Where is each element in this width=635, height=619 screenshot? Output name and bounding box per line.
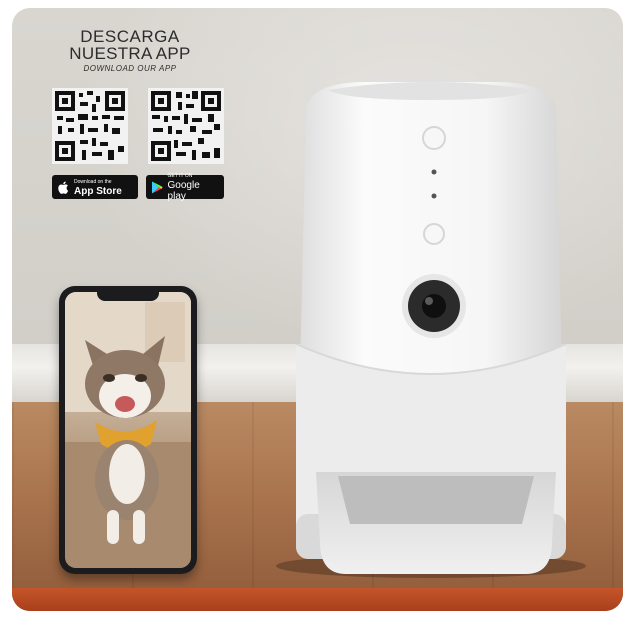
apple-icon	[57, 181, 70, 194]
qr-code-icon	[52, 88, 128, 164]
promo-subtitle: DOWNLOAD OUR APP	[83, 64, 177, 73]
promo-title-line1: DESCARGA	[80, 27, 180, 46]
download-app-promo: DESCARGA NUESTRA APP DOWNLOAD OUR APP	[40, 28, 220, 73]
promo-title-line2: NUESTRA APP	[69, 44, 191, 63]
floor-edge	[12, 588, 623, 611]
google-play-small-label: GET IT ON	[167, 173, 193, 179]
app-store-small-label: Download on the	[74, 178, 112, 185]
app-store-badge[interactable]: Download on the App Store	[52, 175, 138, 199]
app-store-label: App Store	[74, 185, 122, 197]
google-play-label: Google play	[167, 180, 200, 202]
phone-notch	[97, 292, 159, 301]
google-play-icon	[151, 181, 164, 194]
phone-screen-cat-photo	[65, 292, 191, 568]
qr-code-icon	[148, 88, 224, 164]
smartphone	[59, 286, 197, 574]
google-play-badge[interactable]: GET IT ON Google play	[146, 173, 224, 202]
automatic-pet-feeder	[266, 74, 601, 591]
